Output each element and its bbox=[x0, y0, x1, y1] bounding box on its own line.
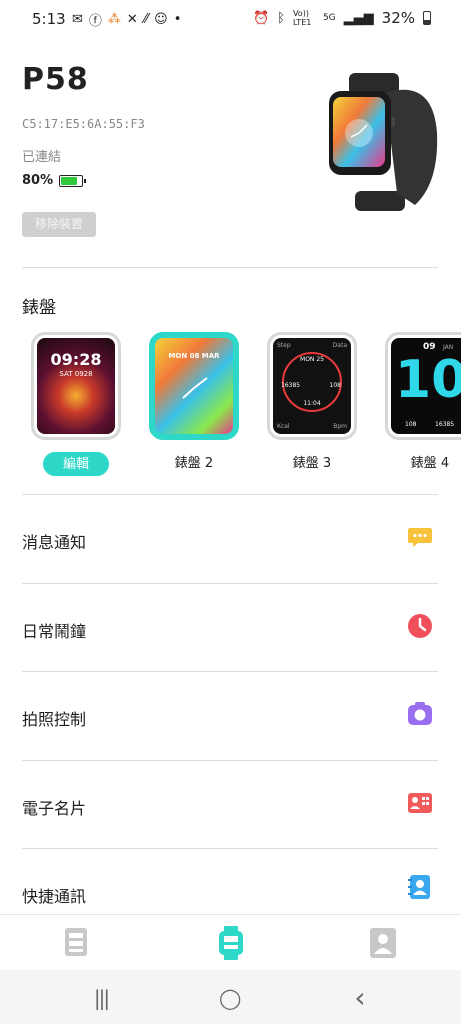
face-3-left: 16385 bbox=[281, 382, 301, 389]
face-3-label: 錶盤 3 bbox=[292, 456, 332, 471]
menu-item-business-card[interactable]: 電子名片 bbox=[0, 761, 461, 849]
business-card-icon bbox=[408, 793, 432, 813]
back-button[interactable]: ‹ bbox=[349, 984, 371, 1012]
home-button[interactable]: ◯ bbox=[219, 987, 241, 1009]
system-status-icons: ⏰ ᛒ Vo)) LTE1 5G ▂▄▆ 32% bbox=[253, 9, 431, 27]
face-3-bottom-left: Kcal bbox=[277, 423, 290, 430]
watch-faces-title: 錶盤 bbox=[22, 298, 56, 318]
gmail-icon: ✉ bbox=[72, 12, 83, 27]
face-1-time: 09:28 bbox=[50, 350, 102, 369]
face-4-time: 10 bbox=[395, 350, 461, 410]
watch-face-1[interactable]: 09:28 SAT 0928 bbox=[31, 332, 121, 440]
menu-label-quick-contacts: 快捷通訊 bbox=[22, 887, 87, 906]
message-icon bbox=[408, 528, 432, 547]
notification-icons: ✉ ⓕ ⁂ ✕ ⁄⁄ ☺ • bbox=[72, 10, 181, 29]
face-2-label: 錶盤 2 bbox=[174, 456, 214, 471]
status-time: 5:13 bbox=[32, 10, 66, 28]
battery-icon bbox=[59, 174, 87, 187]
mac-address: C5:17:E5:6A:55:F3 bbox=[22, 117, 145, 131]
clock-icon bbox=[408, 614, 432, 638]
watch-faces-carousel[interactable]: 09:28 SAT 0928 編輯 MON 08 MAR 錶盤 2 Step D… bbox=[31, 332, 461, 482]
remove-device-button[interactable]: 移除裝置 bbox=[22, 212, 96, 237]
face-4-label: 錶盤 4 bbox=[410, 456, 450, 471]
signal-icon: ▂▄▆ bbox=[343, 10, 374, 26]
bottom-navigation bbox=[0, 914, 461, 970]
5g-icon: 5G bbox=[322, 13, 336, 23]
xcode-icon: ✕ bbox=[126, 12, 138, 27]
facebook-icon: ⓕ bbox=[88, 14, 102, 29]
clock-hands-icon bbox=[182, 377, 208, 399]
menu-item-camera[interactable]: 拍照控制 bbox=[0, 672, 461, 760]
contacts-icon bbox=[408, 875, 430, 899]
face-3-top-right: Data bbox=[332, 342, 347, 349]
edit-face-button[interactable]: 編輯 bbox=[43, 452, 109, 476]
status-bar: 5:13 ✉ ⓕ ⁂ ✕ ⁄⁄ ☺ • ⏰ ᛒ Vo)) LTE1 5G ▂▄▆… bbox=[0, 0, 461, 40]
menu-label-alarm: 日常鬧鐘 bbox=[22, 622, 87, 641]
battery-percent: 32% bbox=[381, 9, 415, 27]
profile-icon[interactable] bbox=[368, 926, 398, 960]
device-battery-label: 80% bbox=[22, 173, 54, 188]
bluetooth-icon: ᛒ bbox=[277, 10, 285, 26]
dot-icon: • bbox=[173, 12, 182, 27]
system-navigation-bar: ||| ◯ ‹ bbox=[0, 970, 461, 1024]
watch-face-3[interactable]: Step Data MON 25 16385 108 11:04 Kcal Bp… bbox=[267, 332, 357, 440]
recents-button[interactable]: ||| bbox=[90, 987, 112, 1009]
divider bbox=[22, 267, 438, 268]
app-circle-icon: ☺ bbox=[154, 12, 168, 27]
connection-status: 已連結 bbox=[22, 150, 62, 165]
device-battery: 80% bbox=[22, 173, 87, 188]
face-4-right-val: 16385 bbox=[435, 421, 455, 428]
alarm-icon: ⏰ bbox=[252, 10, 270, 26]
face-3-right: 108 bbox=[329, 382, 341, 389]
device-name: P58 bbox=[22, 62, 89, 97]
menu-item-notifications[interactable]: 消息通知 bbox=[0, 495, 461, 583]
watch-image bbox=[329, 73, 438, 211]
watch-icon[interactable] bbox=[216, 926, 246, 960]
face-3-top-left: Step bbox=[277, 342, 291, 349]
home-icon[interactable] bbox=[62, 926, 92, 960]
volte-icon: Vo)) LTE1 bbox=[292, 9, 312, 27]
face-3-bottom-right: Bpm bbox=[333, 423, 347, 430]
face-3-center-top: MON 25 bbox=[300, 356, 324, 363]
face-3-center-bottom: 11:04 bbox=[303, 400, 321, 407]
signal-dots-icon: ⁄⁄ bbox=[143, 12, 149, 27]
watch-face-2[interactable]: MON 08 MAR bbox=[149, 332, 239, 440]
app-icon: ⁂ bbox=[107, 12, 121, 27]
battery-icon bbox=[423, 11, 431, 25]
face-4-left-val: 108 bbox=[405, 421, 417, 428]
watch-face-4[interactable]: 09 JAN 10 108 16385 bbox=[385, 332, 461, 440]
menu-item-alarm[interactable]: 日常鬧鐘 bbox=[0, 584, 461, 672]
menu-label-camera: 拍照控制 bbox=[22, 710, 87, 729]
camera-icon bbox=[408, 702, 432, 725]
face-1-date: SAT 0928 bbox=[59, 370, 93, 378]
menu-label-business-card: 電子名片 bbox=[22, 799, 87, 818]
menu-label-notifications: 消息通知 bbox=[22, 533, 87, 552]
